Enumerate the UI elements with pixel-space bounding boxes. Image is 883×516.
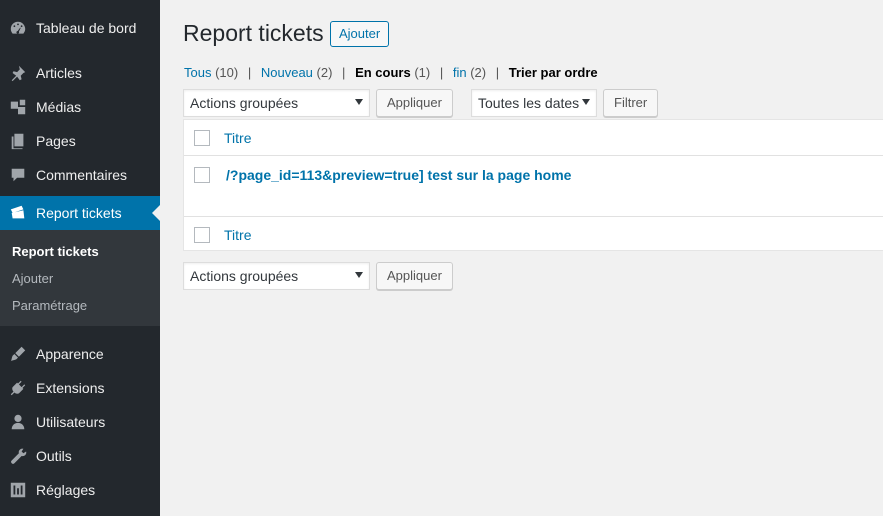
chevron-down-icon (355, 272, 363, 278)
apply-button-bottom[interactable]: Appliquer (376, 262, 453, 290)
menu-item-extensions[interactable]: Extensions (0, 371, 160, 405)
submenu-item-ajouter[interactable]: Ajouter (12, 271, 53, 286)
plugin-icon (0, 371, 36, 405)
menu-item-medias[interactable]: Médias (0, 90, 160, 124)
table-footer-row: Titre (184, 216, 883, 252)
tickets-table: Titre /?page_id=113&preview=true] test s… (183, 119, 883, 251)
select-value: Toutes les dates (478, 95, 580, 111)
select-all-checkbox[interactable] (194, 130, 210, 146)
status-filter-links: Tous (10) | Nouveau (2) | En cours (1) |… (184, 65, 598, 80)
filter-link-tous[interactable]: Tous (184, 65, 211, 80)
filter-button[interactable]: Filtrer (603, 89, 659, 117)
submenu-item-report-tickets[interactable]: Report tickets (12, 244, 99, 259)
dashboard-icon (0, 11, 36, 45)
menu-label: Utilisateurs (36, 414, 106, 430)
bulk-actions-select-top[interactable]: Actions groupées (183, 89, 370, 117)
report-tickets-submenu: Report tickets Ajouter Paramétrage (0, 230, 160, 326)
chevron-down-icon (582, 99, 590, 105)
menu-item-outils[interactable]: Outils (0, 439, 160, 473)
menu-item-comments[interactable]: Commentaires (0, 158, 160, 192)
menu-item-apparence[interactable]: Apparence (0, 337, 160, 371)
page-title: Report tickets (183, 20, 324, 46)
tickets-icon (0, 196, 36, 230)
filter-count: (1) (414, 65, 431, 80)
appearance-icon (0, 337, 36, 371)
menu-label: Apparence (36, 346, 104, 362)
menu-label: Médias (36, 99, 82, 115)
menu-label: Réglages (36, 482, 96, 498)
separator: | (495, 65, 500, 80)
menu-item-utilisateurs[interactable]: Utilisateurs (0, 405, 160, 439)
menu-label: Tableau de bord (36, 20, 137, 36)
apply-button-top[interactable]: Appliquer (376, 89, 453, 117)
menu-label: Commentaires (36, 167, 128, 183)
menu-item-dashboard[interactable]: Tableau de bord (0, 11, 160, 45)
row-title-link[interactable]: /?page_id=113&preview=true] test sur la … (226, 167, 571, 183)
menu-item-articles[interactable]: Articles (0, 56, 160, 90)
filter-count: (2) (470, 65, 487, 80)
comments-icon (0, 158, 36, 192)
bulk-actions-select-bottom[interactable]: Actions groupées (183, 262, 370, 290)
filter-link-label: fin (452, 65, 467, 80)
filter-link-label: Nouveau (260, 65, 313, 80)
sort-by-order-link[interactable]: Trier par ordre (509, 65, 598, 80)
date-filter-select[interactable]: Toutes les dates (471, 89, 597, 117)
media-icon (0, 90, 36, 124)
menu-label: Articles (36, 65, 82, 81)
row-checkbox[interactable] (194, 167, 210, 183)
admin-sidebar: Tableau de bord Articles Médias Pages Co… (0, 0, 160, 516)
filter-count: (10) (215, 65, 239, 80)
menu-item-reglages[interactable]: Réglages (0, 473, 160, 507)
filter-link-en-cours[interactable]: En cours (355, 65, 411, 80)
select-all-checkbox-footer[interactable] (194, 227, 210, 243)
add-new-button[interactable]: Ajouter (330, 21, 390, 47)
filter-count: (2) (316, 65, 333, 80)
select-value: Actions groupées (190, 95, 299, 111)
pages-icon (0, 124, 36, 158)
select-value: Actions groupées (190, 268, 299, 284)
filter-link-fin[interactable]: fin (453, 65, 467, 80)
filter-link-nouveau[interactable]: Nouveau (261, 65, 313, 80)
menu-item-pages[interactable]: Pages (0, 124, 160, 158)
menu-label: Pages (36, 133, 76, 149)
separator: | (342, 65, 346, 80)
user-icon (0, 405, 36, 439)
column-header-title[interactable]: Titre (224, 130, 251, 146)
settings-icon (0, 473, 36, 507)
separator: | (439, 65, 444, 80)
pin-icon (0, 56, 36, 90)
menu-label: Outils (36, 448, 72, 464)
menu-item-report-tickets[interactable]: Report tickets (0, 196, 160, 230)
table-header-row: Titre (184, 120, 883, 156)
chevron-down-icon (355, 99, 363, 105)
table-row: /?page_id=113&preview=true] test sur la … (184, 156, 883, 216)
main-content: Report tickets Ajouter Tous (10) | Nouve… (160, 0, 883, 516)
separator: | (247, 65, 252, 80)
menu-label: Extensions (36, 380, 105, 396)
wrench-icon (0, 439, 36, 473)
filter-link-label: Tous (184, 65, 212, 80)
submenu-item-parametrage[interactable]: Paramétrage (12, 298, 87, 313)
column-footer-title[interactable]: Titre (224, 227, 251, 243)
menu-label: Report tickets (36, 205, 122, 221)
